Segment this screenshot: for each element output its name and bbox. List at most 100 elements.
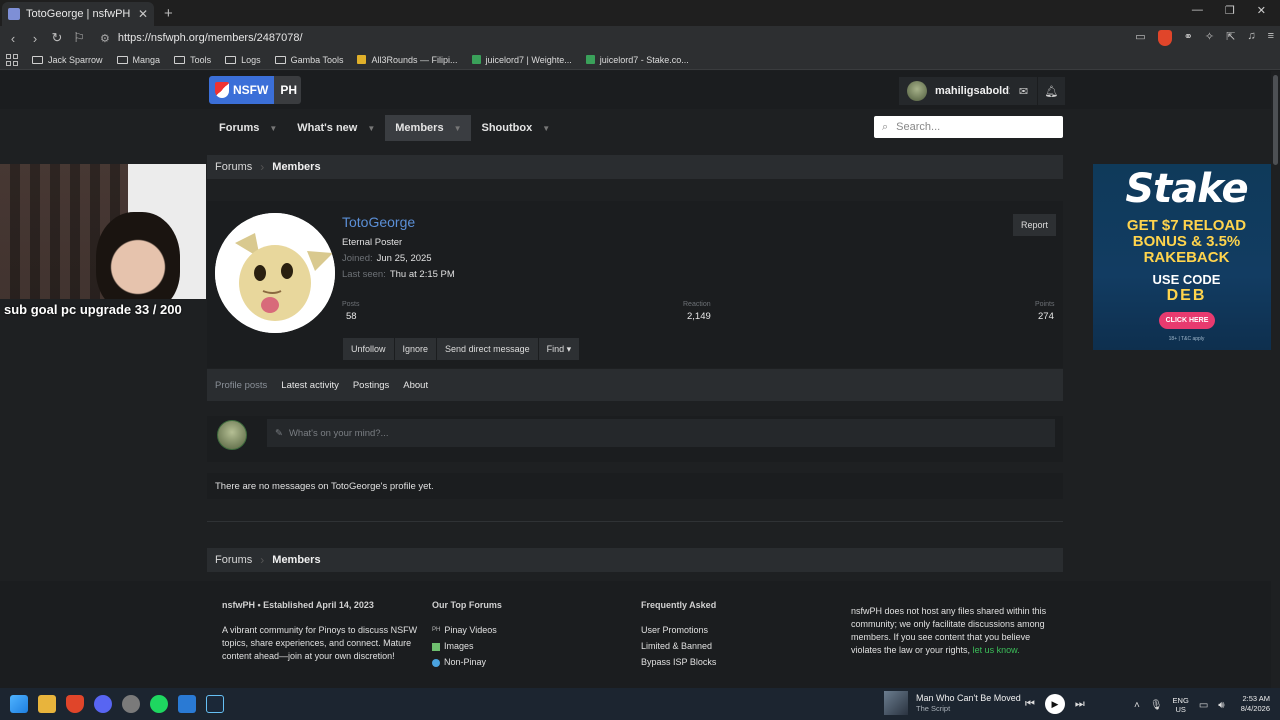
footer-about: nsfwPH • Established April 14, 2023 A vi…: [222, 599, 418, 663]
media-icon[interactable]: ♫: [1247, 30, 1255, 46]
discord-icon[interactable]: [94, 695, 112, 713]
chevron-down-icon[interactable]: ▼: [367, 124, 375, 133]
tab-profile-posts[interactable]: Profile posts: [215, 380, 267, 391]
breadcrumb-bottom: Forums › Members: [207, 548, 1063, 572]
footer-faq-link[interactable]: Limited & Banned: [641, 640, 716, 653]
chevron-down-icon[interactable]: ▼: [454, 124, 462, 133]
bookmark-link[interactable]: All3Rounds — Filipi...: [357, 55, 458, 65]
maximize-icon[interactable]: ❐: [1225, 4, 1235, 17]
url-text: https://nsfwph.org/members/2487078/: [117, 32, 303, 44]
report-button[interactable]: Report: [1013, 214, 1056, 236]
notepad-icon[interactable]: [178, 695, 196, 713]
app-icon[interactable]: [122, 695, 140, 713]
network-icon[interactable]: ▭: [1199, 700, 1208, 711]
last-seen-value[interactable]: Thu at 2:15 PM: [390, 269, 455, 280]
member-name[interactable]: TotoGeorge: [342, 214, 415, 230]
menu-icon[interactable]: ≡: [1268, 30, 1274, 46]
bookmark-folder[interactable]: Logs: [225, 55, 261, 65]
breadcrumb-members[interactable]: Members: [264, 155, 328, 179]
footer-faq-link[interactable]: Bypass ISP Blocks: [641, 656, 716, 669]
media-widget[interactable]: Man Who Can't Be Moved The Script: [884, 691, 1021, 715]
logo-text-suffix: PH: [274, 76, 301, 104]
divider: [207, 521, 1063, 522]
brave-shield-icon[interactable]: [1157, 30, 1172, 46]
cast-icon[interactable]: ▭: [1135, 30, 1145, 46]
bookmark-label: Gamba Tools: [290, 54, 344, 65]
chevron-down-icon[interactable]: ▼: [542, 124, 550, 133]
volume-icon[interactable]: 🔊︎: [1218, 700, 1224, 711]
bookmark-folder[interactable]: Tools: [174, 55, 211, 65]
steam-icon[interactable]: [206, 695, 224, 713]
empty-messages-notice: There are no messages on TotoGeorge's pr…: [207, 473, 1063, 499]
bookmark-folder[interactable]: Jack Sparrow: [32, 55, 103, 65]
page-scrollbar[interactable]: [1271, 71, 1280, 688]
tab-postings[interactable]: Postings: [353, 380, 389, 391]
site-logo[interactable]: NSFW PH: [209, 76, 301, 104]
chevron-down-icon[interactable]: ▼: [269, 124, 277, 133]
tab-latest-activity[interactable]: Latest activity: [281, 380, 339, 391]
inbox-icon[interactable]: ✉: [1010, 77, 1037, 105]
footer-faq-link[interactable]: User Promotions: [641, 624, 716, 637]
find-menu-button[interactable]: Find ▾: [538, 338, 580, 360]
spotify-icon[interactable]: [150, 695, 168, 713]
stake-ad-banner[interactable]: Stake GET $7 RELOAD BONUS & 3.5% RAKEBAC…: [1093, 164, 1280, 350]
bookmark-icon[interactable]: ⚐: [70, 30, 88, 46]
bookmark-folder[interactable]: Manga: [116, 55, 160, 65]
share-icon[interactable]: ⇱: [1226, 30, 1235, 46]
apps-icon[interactable]: [6, 53, 18, 66]
footer-forum-link[interactable]: PH Pinay Videos: [432, 624, 502, 637]
reload-icon[interactable]: ↻: [48, 30, 66, 46]
scrollbar-thumb[interactable]: [1273, 75, 1278, 165]
url-field[interactable]: ⚙ https://nsfwph.org/members/2487078/: [100, 32, 303, 45]
footer-forum-link[interactable]: Images: [432, 640, 502, 653]
bookmark-link[interactable]: juicelord7 | Weighte...: [471, 55, 572, 65]
stat-value[interactable]: 58: [346, 311, 357, 322]
extensions-icon[interactable]: ✧: [1205, 30, 1214, 46]
play-icon[interactable]: ▶: [1044, 694, 1065, 714]
nav-members[interactable]: Members ▼: [385, 115, 472, 141]
leo-icon[interactable]: ⚭: [1184, 30, 1193, 46]
clock[interactable]: 2:53 AM 8/4/2026: [1232, 694, 1270, 714]
ignore-button[interactable]: Ignore: [394, 338, 437, 360]
stat-value[interactable]: 2,149: [687, 311, 711, 322]
nav-forums[interactable]: Forums ▼: [209, 115, 287, 141]
nav-shoutbox[interactable]: Shoutbox ▼: [471, 115, 560, 141]
browser-tab[interactable]: TotoGeorge | nsfwPH Pinoy Foru ✕: [2, 2, 154, 26]
nav-whats-new[interactable]: What's new ▼: [287, 115, 385, 141]
file-explorer-icon[interactable]: [38, 695, 56, 713]
stat-value[interactable]: 274: [1038, 311, 1054, 322]
breadcrumb-forums[interactable]: Forums: [207, 548, 260, 572]
tab-close-icon[interactable]: ✕: [138, 7, 148, 21]
member-avatar[interactable]: [215, 213, 335, 333]
joined-row: Joined: Jun 25, 2025: [342, 253, 432, 264]
footer-faq-title: Frequently Asked: [641, 600, 717, 610]
prev-track-icon[interactable]: ⏮: [1025, 698, 1035, 711]
bookmark-folder[interactable]: Gamba Tools: [274, 54, 344, 65]
forward-icon[interactable]: ›: [26, 31, 44, 46]
site-info-icon[interactable]: ⚙: [100, 32, 110, 45]
tab-about[interactable]: About: [403, 380, 428, 391]
bookmark-link[interactable]: juicelord7 - Stake.co...: [585, 55, 689, 65]
send-direct-message-button[interactable]: Send direct message: [437, 338, 538, 360]
breadcrumb-forums[interactable]: Forums: [207, 155, 260, 179]
back-icon[interactable]: ‹: [4, 31, 22, 46]
language-indicator[interactable]: ENG US: [1173, 696, 1189, 714]
start-icon[interactable]: [10, 695, 28, 713]
breadcrumb-members[interactable]: Members: [264, 548, 328, 572]
avatar[interactable]: [217, 420, 247, 450]
window-close-icon[interactable]: ✕: [1257, 4, 1266, 17]
bell-icon[interactable]: 🔔︎: [1038, 77, 1065, 105]
mic-icon[interactable]: 🎙︎: [1150, 700, 1163, 711]
status-input[interactable]: ✎ What's on your mind?...: [267, 419, 1055, 447]
search-placeholder: Search...: [896, 121, 941, 133]
next-track-icon[interactable]: ⏭: [1075, 698, 1085, 711]
unfollow-button[interactable]: Unfollow: [343, 338, 394, 360]
minimize-icon[interactable]: —: [1192, 4, 1203, 17]
chevron-up-icon[interactable]: ˄: [1134, 700, 1140, 711]
new-tab-icon[interactable]: +: [164, 5, 173, 22]
footer-forum-link[interactable]: Non-Pinay: [432, 656, 502, 669]
search-input[interactable]: ⌕ Search...: [874, 116, 1063, 138]
brave-browser-icon[interactable]: [66, 695, 84, 713]
let-us-know-link[interactable]: let us know.: [973, 645, 1020, 655]
ad-cta-button[interactable]: CLICK HERE: [1159, 312, 1215, 329]
